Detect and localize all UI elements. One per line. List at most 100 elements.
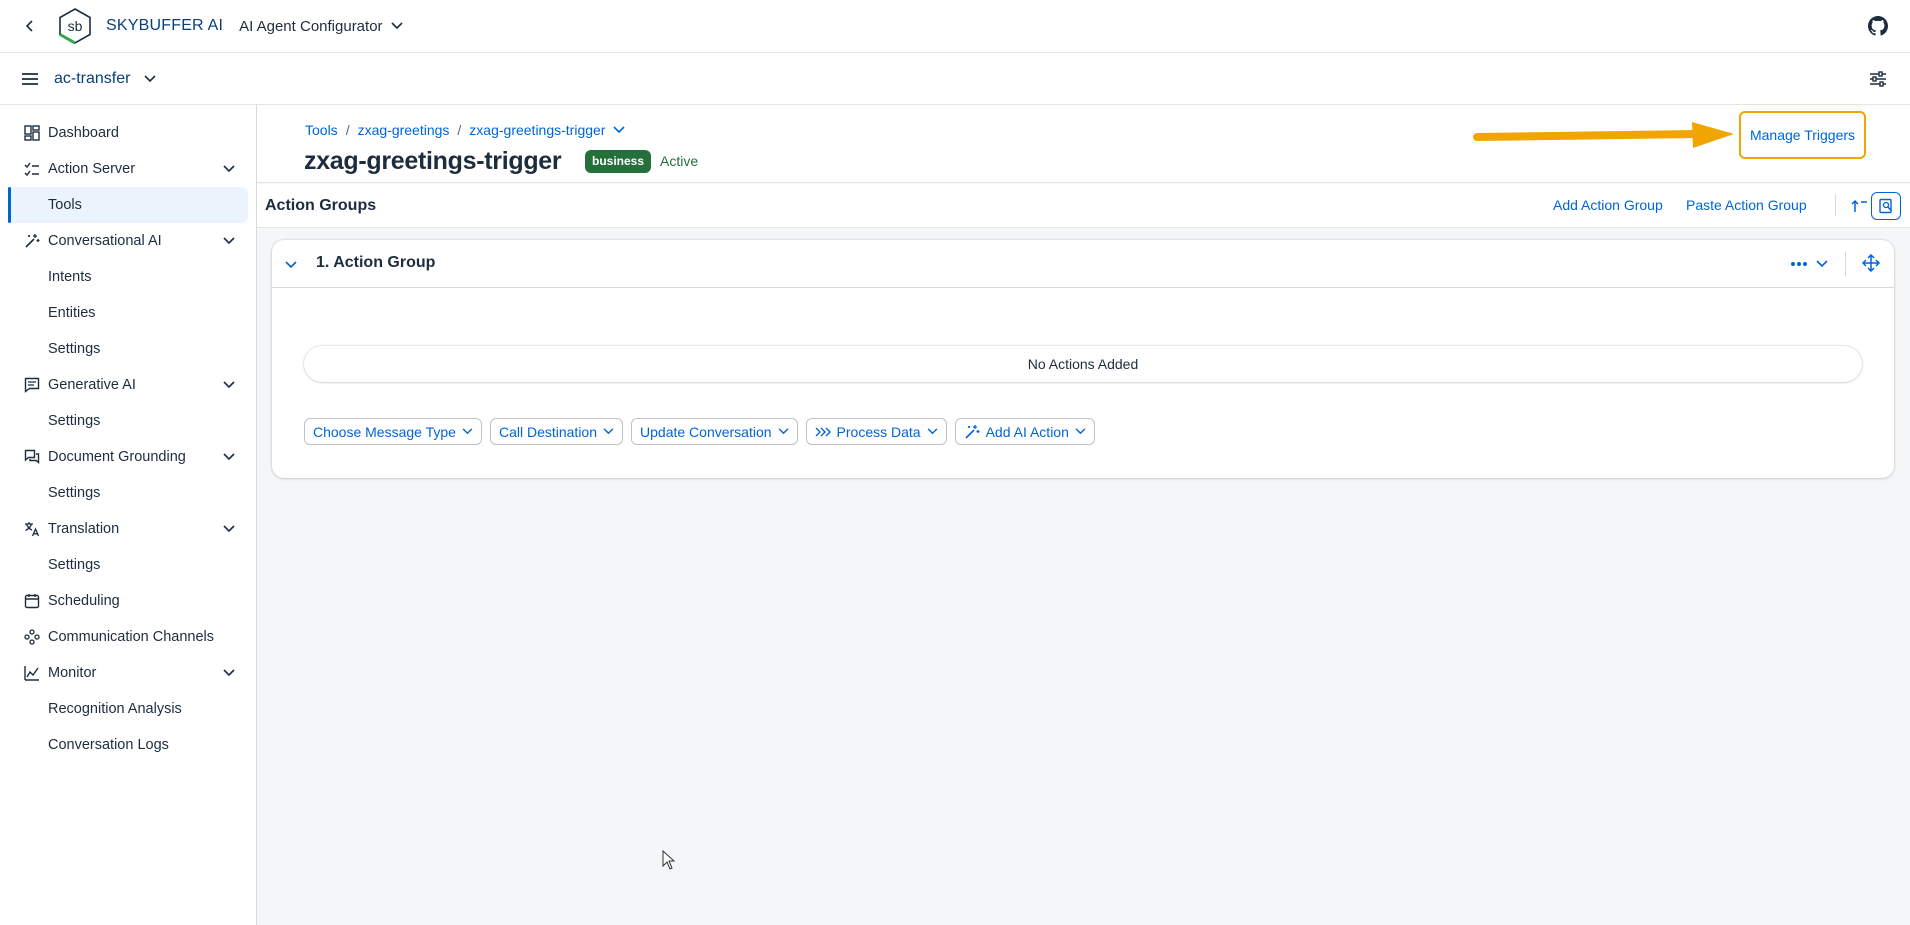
more-options-button[interactable] bbox=[1790, 254, 1834, 274]
sidebar-item-label: Document Grounding bbox=[48, 449, 186, 465]
sidebar-item-document-settings[interactable]: Settings bbox=[8, 475, 248, 511]
button-label: Add AI Action bbox=[985, 423, 1069, 440]
sidebar-item-label: Settings bbox=[48, 485, 101, 501]
sidebar-item-conversational-settings[interactable]: Settings bbox=[8, 331, 248, 367]
tenant-selector[interactable]: ac-transfer bbox=[54, 69, 157, 88]
sidebar-item-recognition-analysis[interactable]: Recognition Analysis bbox=[8, 691, 248, 727]
button-label: Choose Message Type bbox=[313, 423, 456, 440]
view-toggle-button[interactable] bbox=[1871, 192, 1901, 220]
sidebar-item-scheduling[interactable]: Scheduling bbox=[8, 583, 248, 619]
process-data-button[interactable]: Process Data bbox=[805, 418, 947, 445]
sidebar-item-label: Dashboard bbox=[48, 125, 119, 141]
page-title: zxag-greetings-trigger bbox=[304, 147, 562, 175]
chevron-down-icon bbox=[462, 428, 473, 435]
sidebar-item-conversational-ai[interactable]: Conversational AI bbox=[8, 223, 248, 259]
more-icon bbox=[1791, 262, 1807, 266]
toolbar-divider bbox=[1835, 194, 1836, 216]
sidebar-item-label: Monitor bbox=[48, 665, 97, 681]
shell-bar: sb SKYBUFFER AI AI Agent Configurator bbox=[0, 0, 1910, 53]
toolbar-title: Action Groups bbox=[265, 197, 377, 214]
chart-icon bbox=[23, 664, 41, 682]
message-icon bbox=[23, 376, 41, 394]
choose-message-type-button[interactable]: Choose Message Type bbox=[304, 418, 482, 445]
process-icon bbox=[815, 427, 831, 436]
chevron-down-icon bbox=[927, 428, 937, 435]
sliders-icon[interactable] bbox=[1868, 69, 1888, 89]
github-icon[interactable] bbox=[1868, 16, 1888, 36]
chevron-down-icon bbox=[223, 669, 235, 677]
tenant-name: ac-transfer bbox=[54, 69, 131, 87]
dashboard-icon bbox=[23, 124, 41, 142]
chevron-down-icon[interactable] bbox=[613, 126, 626, 134]
tenant-bar: ac-transfer bbox=[0, 53, 1910, 105]
breadcrumb: Tools / zxag-greetings / zxag-greetings-… bbox=[305, 122, 626, 138]
svg-text:sb: sb bbox=[68, 18, 83, 34]
object-header: Tools / zxag-greetings / zxag-greetings-… bbox=[257, 105, 1910, 183]
breadcrumb-separator: / bbox=[457, 122, 462, 138]
menu-icon[interactable] bbox=[20, 69, 40, 89]
sidebar-item-generative-ai[interactable]: Generative AI bbox=[8, 367, 248, 403]
chevron-down-icon bbox=[778, 428, 788, 435]
breadcrumb-zxag-greetings[interactable]: zxag-greetings bbox=[358, 122, 450, 138]
collapse-all-icon bbox=[1851, 199, 1867, 212]
annotation-arrow bbox=[1473, 122, 1734, 148]
sidebar-item-label: Recognition Analysis bbox=[48, 701, 182, 717]
mouse-cursor-icon bbox=[662, 850, 676, 870]
sidebar-item-label: Settings bbox=[48, 341, 101, 357]
company-logo: sb bbox=[59, 8, 91, 45]
sidebar-item-label: Action Server bbox=[48, 161, 136, 177]
sidebar-item-document-grounding[interactable]: Document Grounding bbox=[8, 439, 248, 475]
app-switcher[interactable]: AI Agent Configurator bbox=[239, 18, 403, 35]
chevron-down-icon bbox=[144, 74, 157, 82]
chevron-down-icon bbox=[1075, 428, 1086, 435]
sidebar-item-label: Settings bbox=[48, 413, 101, 429]
ai-wand-icon bbox=[23, 232, 41, 250]
button-label: Call Destination bbox=[498, 423, 598, 440]
action-group-panel: 1. Action Group No Actions Added Choose … bbox=[272, 240, 1894, 478]
chevron-down-icon bbox=[223, 165, 235, 173]
sidebar-item-conversation-logs[interactable]: Conversation Logs bbox=[8, 727, 248, 763]
manage-triggers-button[interactable]: Manage Triggers bbox=[1739, 111, 1866, 159]
update-conversation-button[interactable]: Update Conversation bbox=[631, 418, 798, 445]
network-icon bbox=[23, 628, 41, 646]
sidebar-item-translation[interactable]: Translation bbox=[8, 511, 248, 547]
button-label: Update Conversation bbox=[640, 423, 772, 440]
move-icon[interactable] bbox=[1862, 254, 1880, 272]
call-destination-button[interactable]: Call Destination bbox=[489, 418, 624, 445]
chevron-down-icon[interactable] bbox=[284, 258, 298, 272]
sidebar-item-monitor[interactable]: Monitor bbox=[8, 655, 248, 691]
sidebar-item-label: Entities bbox=[48, 305, 96, 321]
chevron-down-icon bbox=[390, 22, 403, 30]
document-chat-icon bbox=[23, 448, 41, 466]
sidebar-item-tools[interactable]: Tools bbox=[8, 187, 248, 223]
document-search-icon bbox=[1879, 198, 1892, 214]
breadcrumb-current[interactable]: zxag-greetings-trigger bbox=[469, 122, 605, 138]
back-icon[interactable] bbox=[18, 14, 42, 38]
chevron-down-icon bbox=[223, 381, 235, 389]
sidebar-item-intents[interactable]: Intents bbox=[8, 259, 248, 295]
main-content: Tools / zxag-greetings / zxag-greetings-… bbox=[257, 105, 1910, 925]
chevron-down-icon bbox=[1816, 260, 1828, 268]
breadcrumb-tools[interactable]: Tools bbox=[305, 122, 338, 138]
add-ai-action-button[interactable]: Add AI Action bbox=[954, 418, 1095, 445]
sidebar-item-label: Tools bbox=[48, 197, 82, 213]
checklist-icon bbox=[23, 160, 41, 178]
sidebar-item-entities[interactable]: Entities bbox=[8, 295, 248, 331]
sidebar-item-communication-channels[interactable]: Communication Channels bbox=[8, 619, 248, 655]
paste-action-group-button[interactable]: Paste Action Group bbox=[1686, 197, 1807, 213]
empty-actions-message: No Actions Added bbox=[304, 346, 1862, 382]
sidebar-item-label: Intents bbox=[48, 269, 92, 285]
collapse-all-button[interactable] bbox=[1844, 192, 1874, 220]
action-groups-toolbar: Action Groups Add Action Group Paste Act… bbox=[257, 184, 1910, 228]
add-action-group-button[interactable]: Add Action Group bbox=[1553, 197, 1663, 213]
chevron-down-icon bbox=[603, 428, 614, 435]
ai-wand-icon bbox=[965, 424, 980, 439]
sidebar-item-dashboard[interactable]: Dashboard bbox=[8, 115, 248, 151]
sidebar-item-generative-settings[interactable]: Settings bbox=[8, 403, 248, 439]
sidebar: Dashboard Action Server Tools Conversati… bbox=[0, 105, 257, 925]
status-text: Active bbox=[660, 153, 699, 169]
sidebar-item-translation-settings[interactable]: Settings bbox=[8, 547, 248, 583]
sidebar-item-label: Generative AI bbox=[48, 377, 136, 393]
sidebar-item-label: Settings bbox=[48, 557, 101, 573]
sidebar-item-action-server[interactable]: Action Server bbox=[8, 151, 248, 187]
